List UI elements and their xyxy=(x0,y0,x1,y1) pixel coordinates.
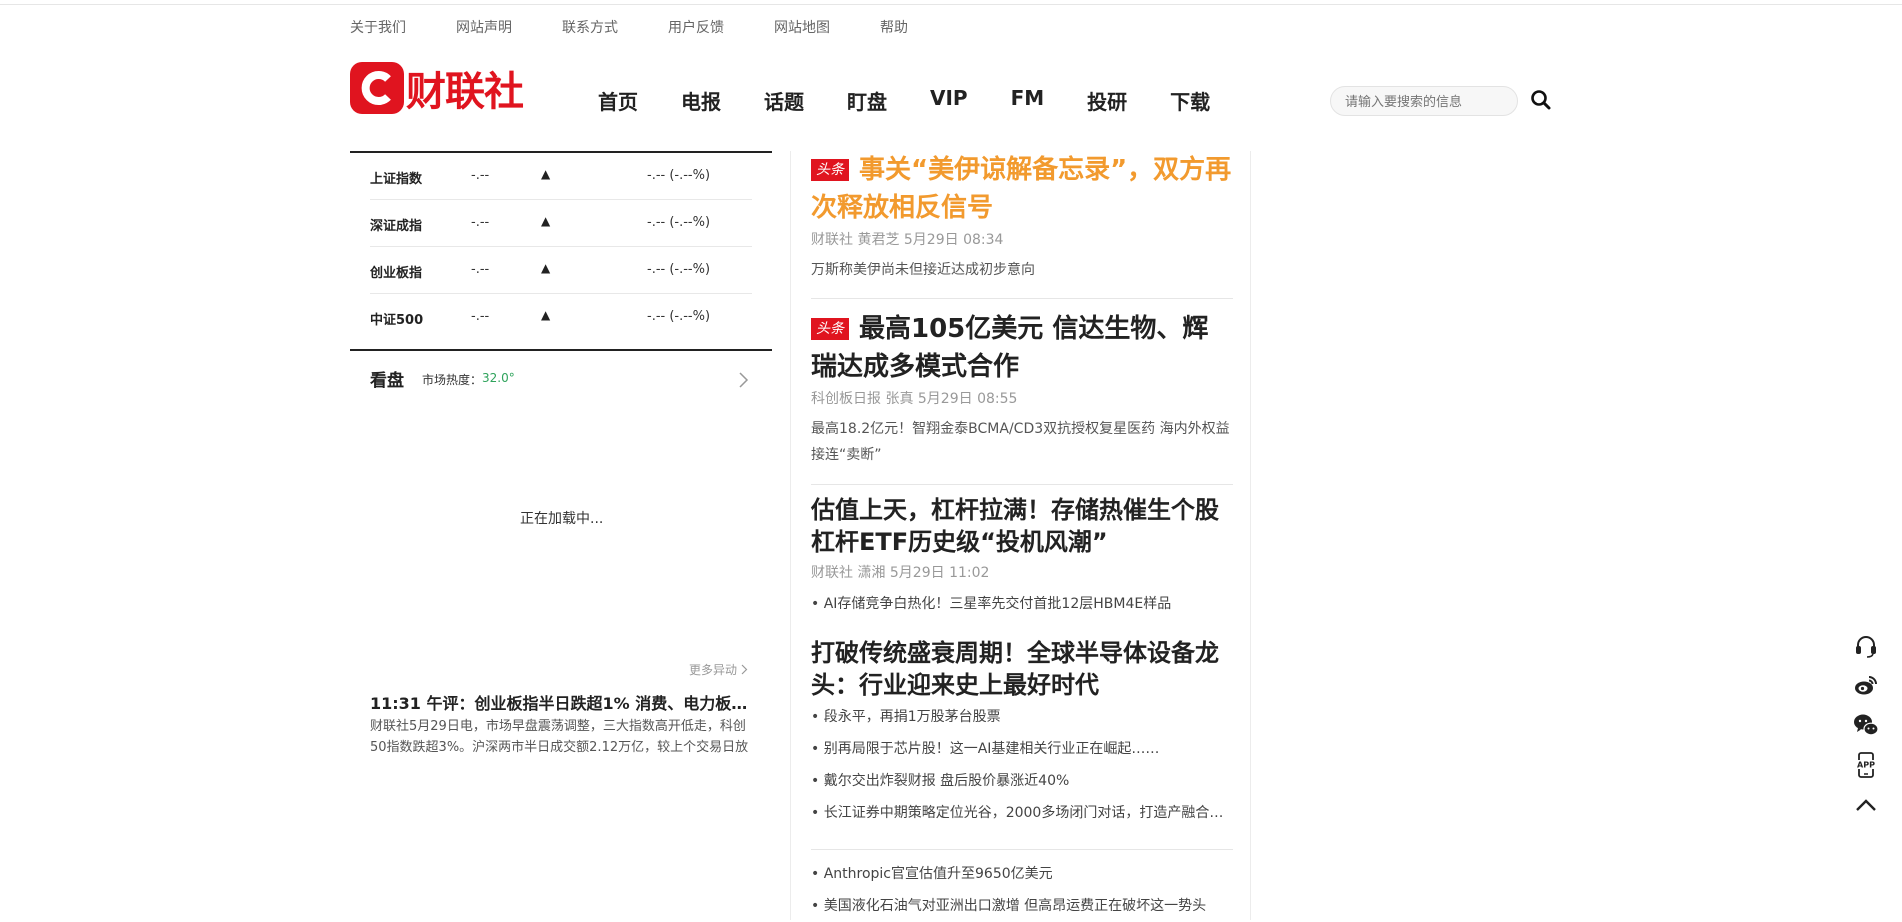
index-change: -.-- (-.--%) xyxy=(647,215,711,230)
article-related-link[interactable]: • 段永平，再捐1万股茅台股票 xyxy=(811,701,1233,733)
chevron-right-icon[interactable] xyxy=(738,370,750,390)
index-name: 中证500 xyxy=(370,313,424,328)
index-row-csi500[interactable]: 中证500 -.-- ▲ -.-- (-.--%) xyxy=(370,294,752,341)
article-4[interactable]: 打破传统盛衰周期！全球半导体设备龙头：行业迎来史上最好时代 • 段永平，再捐1万… xyxy=(811,637,1233,829)
index-name: 上证指数 xyxy=(370,172,423,187)
loading-text: 正在加载中... xyxy=(520,511,604,527)
column-divider-left xyxy=(790,151,791,920)
telegraph-body: 财联社5月29日电，市场早盘震荡调整，三大指数高开低走，科创50指数跌超3%。沪… xyxy=(370,716,750,758)
index-value: -.-- xyxy=(471,215,490,230)
nav-research[interactable]: 投研 xyxy=(1087,86,1127,115)
up-arrow-icon: ▲ xyxy=(541,167,551,181)
index-change: -.-- (-.--%) xyxy=(647,262,711,277)
search-box xyxy=(1330,86,1518,117)
article-3[interactable]: 估值上天，杠杆拉满！存储热催生个股杠杆ETF历史级“投机风潮” 财联社 潇湘 5… xyxy=(811,494,1233,620)
index-row-chinext[interactable]: 创业板指 -.-- ▲ -.-- (-.--%) xyxy=(370,247,752,294)
more-movement-link[interactable]: 更多异动 xyxy=(689,661,748,678)
article-divider xyxy=(811,484,1233,485)
column-divider-right xyxy=(1250,151,1251,920)
search-icon[interactable] xyxy=(1530,89,1552,111)
news-link[interactable]: • Anthropic官宣估值升至9650亿美元 xyxy=(811,858,1233,890)
article-meta: 财联社 潇湘 5月29日 11:02 xyxy=(811,565,990,581)
headline-badge: 头条 xyxy=(811,159,849,181)
wechat-icon[interactable] xyxy=(1852,711,1880,739)
top-link-help[interactable]: 帮助 xyxy=(880,17,908,36)
headline-badge: 头条 xyxy=(811,318,849,340)
article-meta: 科创板日报 张真 5月29日 08:55 xyxy=(811,391,1018,407)
app-icon[interactable]: APP xyxy=(1852,751,1880,779)
article-title-text: 事关“美伊谅解备忘录”，双方再次释放相反信号 xyxy=(811,155,1232,223)
up-arrow-icon: ▲ xyxy=(541,214,551,228)
nav-telegraph[interactable]: 电报 xyxy=(681,86,721,115)
market-heat-label: 市场热度： xyxy=(422,373,483,387)
index-value: -.-- xyxy=(471,168,490,183)
more-news-list: • Anthropic官宣估值升至9650亿美元 • 美国液化石油气对亚洲出口激… xyxy=(811,858,1233,922)
article-divider xyxy=(811,298,1233,299)
nav-home[interactable]: 首页 xyxy=(598,86,638,115)
index-panel-bottom-border xyxy=(350,349,772,351)
weibo-icon[interactable] xyxy=(1852,671,1880,699)
nav-vip[interactable]: VIP xyxy=(930,86,968,115)
article-divider xyxy=(811,849,1233,850)
index-row-shanghai[interactable]: 上证指数 -.-- ▲ -.-- (-.--%) xyxy=(370,153,752,200)
article-related-link[interactable]: • AI存储竞争白热化！三星率先交付首批12层HBM4E样品 xyxy=(811,588,1233,620)
article-related-link[interactable]: • 别再局限于芯片股！这一AI基建相关行业正在崛起…… xyxy=(811,733,1233,765)
top-link-contact[interactable]: 联系方式 xyxy=(562,17,618,36)
top-link-feedback[interactable]: 用户反馈 xyxy=(668,17,724,36)
up-arrow-icon: ▲ xyxy=(541,261,551,275)
back-to-top-icon[interactable] xyxy=(1852,791,1880,819)
top-link-about[interactable]: 关于我们 xyxy=(350,17,406,36)
top-divider xyxy=(0,4,1902,5)
up-arrow-icon: ▲ xyxy=(541,308,551,322)
article-title-text: 最高105亿美元 信达生物、辉瑞达成多模式合作 xyxy=(811,314,1209,382)
article-related-link[interactable]: • 长江证券中期策略定位光谷，2000多场闭门对话，打造产融合作新平台 xyxy=(811,797,1233,829)
index-name: 创业板指 xyxy=(370,266,423,281)
logo-c-icon xyxy=(350,62,404,114)
telegraph-body-text: 财联社5月29日电，市场早盘震荡调整，三大指数高开低走，科创50指数跌超3%。沪… xyxy=(370,719,749,755)
kanpan-title[interactable]: 看盘 xyxy=(370,366,404,391)
article-headline-1[interactable]: 头条 事关“美伊谅解备忘录”，双方再次释放相反信号 财联社 黄君芝 5月29日 0… xyxy=(811,151,1233,283)
article-summary[interactable]: 最高18.2亿元！智翔金泰BCMA/CD3双抗授权复星医药 海内外权益接连“卖断… xyxy=(811,416,1233,468)
article-summary[interactable]: 万斯称美伊尚未但接近达成初步意向 xyxy=(811,257,1233,283)
article-headline-2[interactable]: 头条 最高105亿美元 信达生物、辉瑞达成多模式合作 科创板日报 张真 5月29日… xyxy=(811,310,1233,468)
main-nav: 首页 电报 话题 盯盘 VIP FM 投研 下载 xyxy=(598,86,1253,115)
article-title[interactable]: 打破传统盛衰周期！全球半导体设备龙头：行业迎来史上最好时代 xyxy=(811,637,1233,701)
top-link-statement[interactable]: 网站声明 xyxy=(456,17,512,36)
article-meta: 财联社 黄君芝 5月29日 08:34 xyxy=(811,232,1004,248)
nav-download[interactable]: 下载 xyxy=(1170,86,1210,115)
top-links: 关于我们 网站声明 联系方式 用户反馈 网站地图 帮助 xyxy=(350,17,958,36)
article-title[interactable]: 头条 最高105亿美元 信达生物、辉瑞达成多模式合作 xyxy=(811,310,1233,386)
nav-watch[interactable]: 盯盘 xyxy=(847,86,887,115)
index-row-shenzhen[interactable]: 深证成指 -.-- ▲ -.-- (-.--%) xyxy=(370,200,752,247)
svg-text:APP: APP xyxy=(1857,761,1875,770)
more-movement-label: 更多异动 xyxy=(689,663,738,677)
logo-text: 财联社 xyxy=(406,69,524,115)
index-value: -.-- xyxy=(471,262,490,277)
article-title[interactable]: 估值上天，杠杆拉满！存储热催生个股杠杆ETF历史级“投机风潮” xyxy=(811,494,1233,558)
index-value: -.-- xyxy=(471,309,490,324)
nav-topics[interactable]: 话题 xyxy=(764,86,804,115)
index-change: -.-- (-.--%) xyxy=(647,168,711,183)
headset-icon[interactable] xyxy=(1852,632,1880,660)
site-logo[interactable]: 财联社 xyxy=(350,62,524,115)
search-input[interactable] xyxy=(1331,87,1517,117)
top-link-sitemap[interactable]: 网站地图 xyxy=(774,17,830,36)
telegraph-title[interactable]: 11:31 午评：创业板指半日跌超1% 消费、电力板块走强 xyxy=(370,690,750,714)
index-name: 深证成指 xyxy=(370,219,423,234)
news-link[interactable]: • 美国液化石油气对亚洲出口激增 但高昂运费正在破坏这一势头 xyxy=(811,890,1233,922)
article-related-link[interactable]: • 戴尔交出炸裂财报 盘后股价暴涨近40% xyxy=(811,765,1233,797)
index-change: -.-- (-.--%) xyxy=(647,309,711,324)
chevron-right-icon xyxy=(741,664,748,675)
market-heat-value: 32.0° xyxy=(482,371,515,385)
article-title[interactable]: 头条 事关“美伊谅解备忘录”，双方再次释放相反信号 xyxy=(811,151,1233,227)
nav-fm[interactable]: FM xyxy=(1011,86,1045,115)
